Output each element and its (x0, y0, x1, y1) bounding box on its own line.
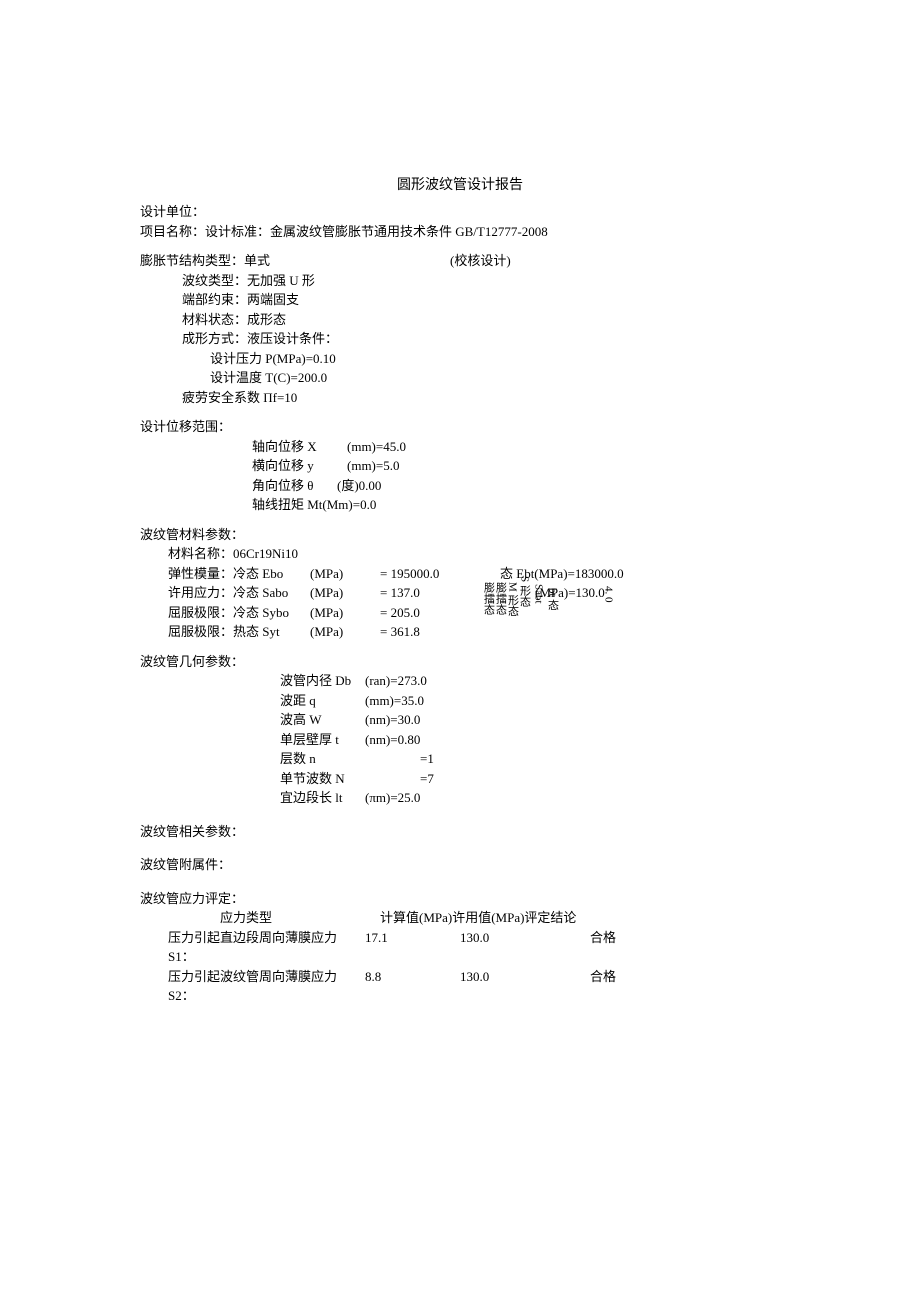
related-header: 波纹管相关参数： (140, 822, 780, 842)
geom-q-label: 波距 q (280, 691, 365, 711)
stress-header: 波纹管应力评定： (140, 889, 780, 909)
project-standard-line: 项目名称：设计标准：金属波纹管膨胀节通用技术条件 GB/T12777-2008 (140, 222, 780, 242)
stress-col-rest: 计算值(MPa)许用值(MPa)评定结论 (290, 908, 576, 928)
ebo-row: 弹性模量：冷态 Ebo (MPa) = 195000.0 态 Ebt(MPa)=… (140, 564, 780, 584)
geom-q-value: (mm)=35.0 (365, 691, 424, 711)
geom-n-value: =1 (420, 749, 434, 769)
disp-x-row: 轴向位移 X (mm)=45.0 (140, 437, 780, 457)
stress-s1-calc: 17.1 (365, 928, 460, 967)
geom-w-row: 波高 W (nm)=30.0 (280, 710, 780, 730)
geom-nw-value: =7 (420, 769, 434, 789)
design-pressure: 设计压力 P(MPa)=0.10 (140, 349, 780, 369)
geom-db-value: (ran)=273.0 (365, 671, 427, 691)
end-constraint: 端部约束：两端固支 (140, 290, 780, 310)
report-title: 圆形波纹管设计报告 (140, 175, 780, 196)
ebo-label: 弹性模量：冷态 Ebo (140, 564, 310, 584)
syt-label: 屈服极限：热态 Syt (140, 622, 310, 642)
disp-x-label: 轴向位移 X (252, 437, 347, 457)
sabo-label: 许用应力：冷态 Sabo (140, 583, 310, 603)
stress-s2-allow: 130.0 (460, 967, 590, 1006)
geom-q-row: 波距 q (mm)=35.0 (280, 691, 780, 711)
sybo-row: 屈服极限：冷态 Sybo (MPa) = 205.0 (140, 603, 780, 623)
disp-theta-row: 角向位移 θ (度)0.00 (140, 476, 780, 496)
stress-s1-row: 压力引起直边段周向薄膜应力 S1： 17.1 130.0 合格 (140, 928, 780, 967)
design-unit-line: 设计单位： (140, 202, 780, 222)
geom-db-row: 波管内径 Db (ran)=273.0 (280, 671, 780, 691)
geom-nw-spacer (365, 769, 420, 789)
stress-s2-result: 合格 (590, 967, 650, 1006)
geom-nw-label: 单节波数 N (280, 769, 365, 789)
sabo-row: 许用应力：冷态 Sabo (MPa) = 137.0 (MPa)=130.0 (140, 583, 780, 603)
geom-t-value: (nm)=0.80 (365, 730, 420, 750)
stress-s2-label: 压力引起波纹管周向薄膜应力 S2： (140, 967, 365, 1006)
sabo-value: = 137.0 (380, 583, 480, 603)
material-header: 波纹管材料参数： (140, 525, 780, 545)
syt-value: = 361.8 (380, 622, 480, 642)
geom-nw-row: 单节波数 N =7 (280, 769, 780, 789)
geometry-header: 波纹管几何参数： (140, 652, 780, 672)
ebo-value: = 195000.0 (380, 564, 480, 584)
disp-theta-label: 角向位移 θ (252, 476, 337, 496)
syt-row: 屈服极限：热态 Syt (MPa) = 361.8 (140, 622, 780, 642)
design-temperature: 设计温度 T(C)=200.0 (140, 368, 780, 388)
disp-mt-row: 轴线扭矩 Mt(Mm)=0.0 (140, 495, 780, 515)
geom-n-spacer (365, 749, 420, 769)
geom-w-label: 波高 W (280, 710, 365, 730)
fatigue-factor: 疲劳安全系数 Πf=10 (140, 388, 780, 408)
geom-t-label: 单层壁厚 t (280, 730, 365, 750)
sabo-unit: (MPa) (310, 583, 380, 603)
geom-lt-label: 宜边段长 lt (280, 788, 365, 808)
geom-w-value: (nm)=30.0 (365, 710, 420, 730)
forming-method: 成形方式：液压设计条件： (140, 329, 780, 349)
geom-lt-value: (πm)=25.0 (365, 788, 420, 808)
disp-y-value: (mm)=5.0 (347, 456, 399, 476)
stress-s2-row: 压力引起波纹管周向薄膜应力 S2： 8.8 130.0 合格 (140, 967, 780, 1006)
stress-col-type: 应力类型 (140, 908, 290, 928)
ebt-right: 态 Ebt(MPa)=183000.0 (480, 564, 624, 584)
garble-text-7: 4. 0 (600, 586, 617, 603)
geom-n-label: 层数 n (280, 749, 365, 769)
syt-unit: (MPa) (310, 622, 380, 642)
stress-column-header: 应力类型 计算值(MPa)许用值(MPa)评定结论 (140, 908, 780, 928)
material-state: 材料状态：成形态 (140, 310, 780, 330)
disp-x-value: (mm)=45.0 (347, 437, 406, 457)
sybo-value: = 205.0 (380, 603, 480, 623)
stress-s1-allow: 130.0 (460, 928, 590, 967)
geom-t-row: 单层壁厚 t (nm)=0.80 (280, 730, 780, 750)
wave-type: 波纹类型：无加强 U 形 (140, 271, 780, 291)
stress-s2-calc: 8.8 (365, 967, 460, 1006)
structure-type-row: 膨胀节结构类型：单式 (校核设计) (140, 251, 780, 271)
stress-s1-result: 合格 (590, 928, 650, 967)
geom-lt-row: 宜边段长 lt (πm)=25.0 (280, 788, 780, 808)
attach-header: 波纹管附属件： (140, 855, 780, 875)
sybo-unit: (MPa) (310, 603, 380, 623)
disp-y-row: 横向位移 y (mm)=5.0 (140, 456, 780, 476)
material-name: 材料名称：06Cr19Ni10 (140, 544, 780, 564)
geom-n-row: 层数 n =1 (280, 749, 780, 769)
garble-text-6: bt 态 (544, 588, 561, 610)
structure-type-label: 膨胀节结构类型：单式 (140, 251, 450, 271)
mode-note: (校核设计) (450, 251, 511, 271)
stress-s1-label: 压力引起直边段周向薄膜应力 S1： (140, 928, 365, 967)
disp-y-label: 横向位移 y (252, 456, 347, 476)
sybo-label: 屈服极限：冷态 Sybo (140, 603, 310, 623)
geom-db-label: 波管内径 Db (280, 671, 365, 691)
displacement-header: 设计位移范围： (140, 417, 780, 437)
disp-theta-value: (度)0.00 (337, 476, 381, 496)
ebo-unit: (MPa) (310, 564, 380, 584)
